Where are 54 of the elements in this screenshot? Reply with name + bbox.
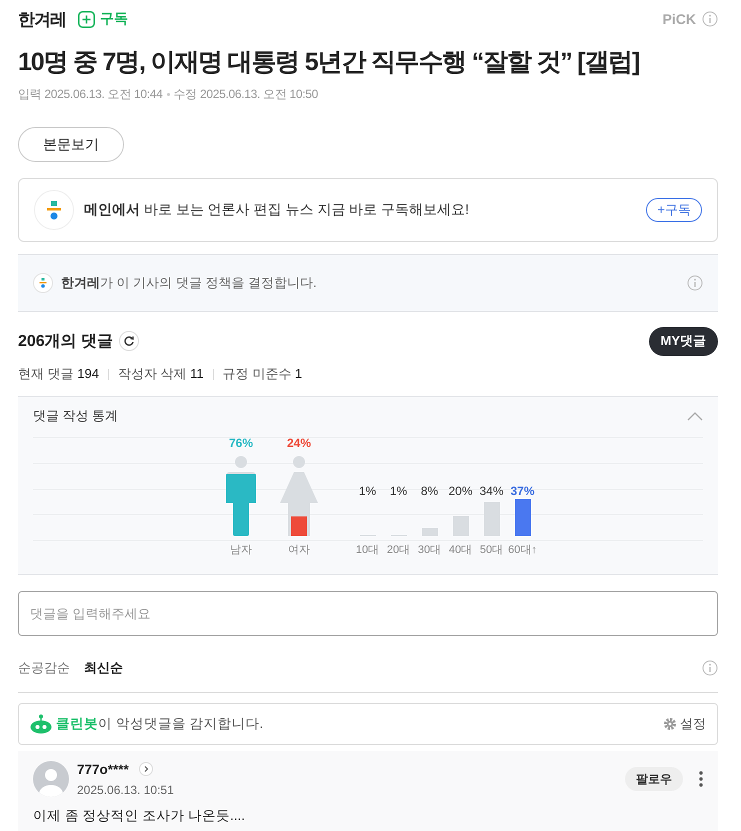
- age-percentage: 8%: [420, 484, 438, 498]
- more-icon[interactable]: [699, 771, 703, 787]
- info-icon[interactable]: [702, 660, 718, 676]
- gender-label: 여자: [288, 543, 310, 557]
- edit-date: 수정 2025.06.13. 오전 10:50: [174, 86, 318, 103]
- comment-text: 이제 좀 정상적인 조사가 나온듯....: [33, 807, 246, 825]
- settings-button[interactable]: 설정: [663, 715, 706, 733]
- separator-dot: [166, 93, 170, 96]
- comment-input-field[interactable]: 댓글을 입력해주세요: [18, 591, 718, 636]
- refresh-icon[interactable]: [119, 331, 140, 351]
- input-date: 입력 2025.06.13. 오전 10:44: [18, 86, 163, 103]
- comment-date: 2025.06.13. 10:51: [77, 782, 174, 796]
- age-label: 10대: [356, 543, 380, 557]
- comment-stat: 현재 댓글 194: [18, 365, 99, 383]
- follow-button[interactable]: 팔로우: [625, 767, 683, 791]
- info-icon[interactable]: [702, 11, 718, 27]
- plus-icon: [78, 10, 95, 28]
- age-percentage: 1%: [390, 484, 408, 498]
- pick-label: PiCK: [662, 11, 696, 27]
- age-label: 30대: [418, 543, 442, 557]
- gender-label: 남자: [230, 543, 252, 557]
- age-label: 50대: [480, 543, 504, 557]
- chevron-right-icon[interactable]: [138, 762, 153, 776]
- gender-percentage: 76%: [228, 436, 254, 450]
- press-logo-icon: [33, 273, 53, 293]
- sort-tab[interactable]: 순공감순: [18, 659, 70, 677]
- comment-author[interactable]: 777o****: [77, 762, 129, 776]
- statistics-title: 댓글 작성 통계: [33, 407, 118, 425]
- collapse-icon[interactable]: [687, 411, 703, 421]
- cleanbot-text: 클린봇이 악성댓글을 감지합니다.: [56, 715, 264, 733]
- info-icon[interactable]: [687, 275, 703, 291]
- age-label: 40대: [448, 543, 472, 557]
- comment-stat: 규정 미준수 1: [222, 365, 302, 383]
- my-comments-button[interactable]: MY댓글: [648, 326, 718, 356]
- avatar-icon: [33, 761, 69, 797]
- age-percentage: 1%: [358, 484, 376, 498]
- comment-count: 206개의 댓글: [18, 332, 114, 352]
- age-label: 60대↑: [508, 543, 537, 557]
- policy-text: 한겨레가 이 기사의 댓글 정책을 결정합니다.: [61, 274, 317, 292]
- gear-icon: [663, 717, 677, 731]
- view-article-button[interactable]: 본문보기: [18, 127, 124, 162]
- age-percentage: 37%: [510, 484, 535, 498]
- article-title: 10명 중 7명, 이재명 대통령 5년간 직무수행 “잘할 것” [갤럽]: [18, 47, 640, 78]
- press-logo-icon: [34, 190, 74, 230]
- press-logo[interactable]: 한겨레: [18, 8, 66, 30]
- sort-tab[interactable]: 최신순: [84, 659, 123, 677]
- age-percentage: 34%: [479, 484, 504, 498]
- age-label: 20대: [386, 543, 410, 557]
- robot-icon: [30, 714, 52, 734]
- age-percentage: 20%: [448, 484, 473, 498]
- banner-text: 메인에서 바로 보는 언론사 편집 뉴스 지금 바로 구독해보세요!: [84, 201, 470, 219]
- comment-stat: 작성자 삭제 11: [118, 365, 204, 383]
- subscribe-button[interactable]: +구독: [646, 198, 702, 222]
- gender-percentage: 24%: [286, 436, 312, 450]
